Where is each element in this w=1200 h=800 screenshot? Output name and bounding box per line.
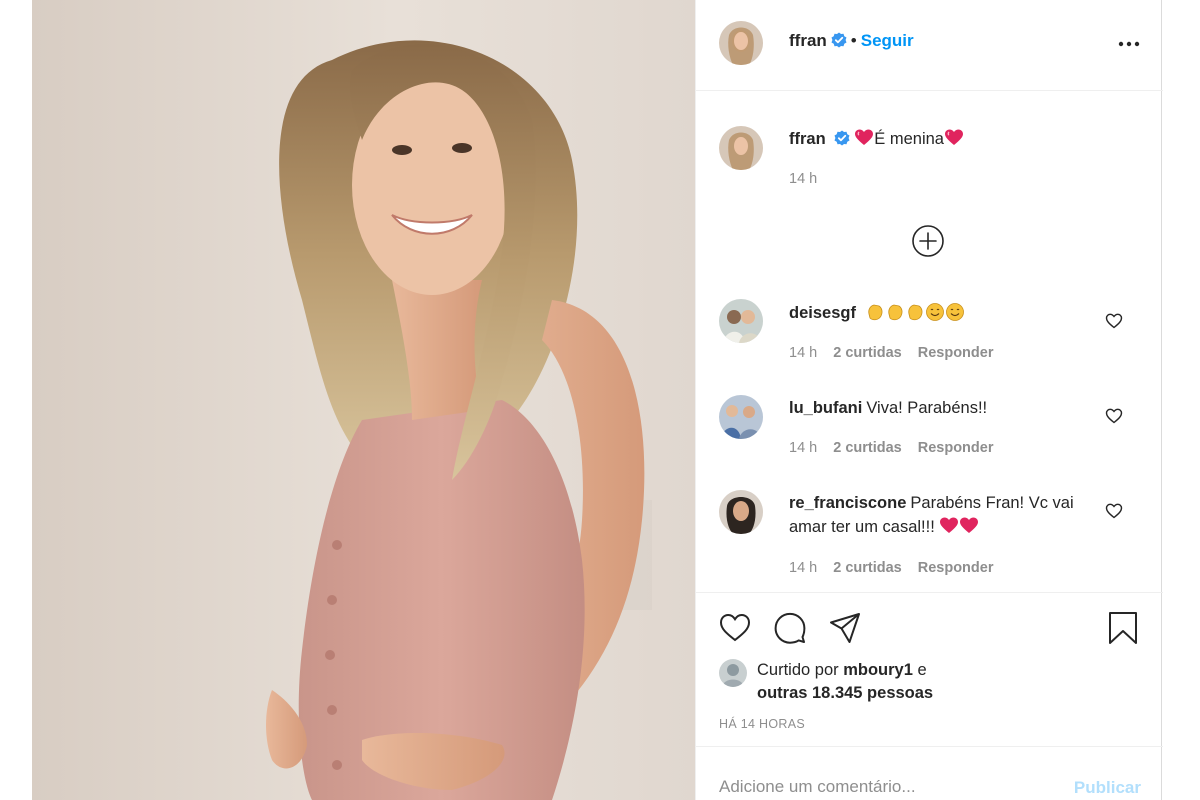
comment-text-line: deisesgf <box>789 301 1089 325</box>
caption-text-line: ffran É menina <box>789 127 1089 151</box>
heart-icon[interactable] <box>718 611 752 645</box>
heart-emoji-icon <box>960 517 979 533</box>
comment-text: Viva! Parabéns!! <box>866 399 988 417</box>
bookmark-icon[interactable] <box>1106 611 1140 645</box>
clapping-hands-emoji-icon <box>867 304 882 321</box>
pregnant-woman-photo <box>32 0 695 800</box>
reply-button[interactable]: Responder <box>918 560 994 576</box>
caption-username[interactable]: ffran <box>789 130 826 148</box>
instagram-post: ffran • Seguir ffran É menina 14 h deise… <box>32 0 1163 800</box>
commenter-avatar[interactable] <box>719 299 763 343</box>
reply-button[interactable]: Responder <box>918 440 994 456</box>
smiling-face-emoji-icon <box>925 303 944 321</box>
post-actions: Curtido por mboury1 e outras 18.345 pess… <box>696 592 1163 746</box>
load-more-comments-icon[interactable] <box>911 224 945 258</box>
comment-time[interactable]: 14 h <box>789 440 817 456</box>
smiling-face-emoji-icon <box>945 303 964 321</box>
heart-emoji-icon <box>940 517 959 533</box>
commenter-avatar[interactable] <box>719 490 763 534</box>
comment-likes-count[interactable]: 2 curtidas <box>833 345 902 361</box>
caption-text: É menina <box>874 130 944 148</box>
comment-item: re_franciscone Parabéns Fran! Vc vai amar… <box>696 485 1163 585</box>
caption-meta: 14 h <box>789 171 833 187</box>
comment-username[interactable]: re_franciscone <box>789 494 906 512</box>
comment-username[interactable]: lu_bufani <box>789 399 862 417</box>
comment-meta: 14 h 2 curtidas Responder <box>789 440 1009 456</box>
liker-username[interactable]: mboury1 <box>843 661 913 679</box>
more-options-icon[interactable] <box>1117 34 1141 54</box>
likes-prefix: Curtido por <box>757 661 839 679</box>
comment-like-heart-icon[interactable] <box>1105 312 1123 330</box>
caption-author-avatar[interactable] <box>719 126 763 170</box>
heart-emoji-icon <box>944 129 963 145</box>
comment-likes-count[interactable]: 2 curtidas <box>833 440 902 456</box>
author-line: ffran • Seguir <box>789 31 914 51</box>
clapping-hands-emoji-icon <box>887 304 902 321</box>
author-avatar[interactable] <box>719 21 763 65</box>
publish-button[interactable]: Publicar <box>1074 778 1141 798</box>
likes-text: Curtido por mboury1 e outras 18.345 pess… <box>757 659 1057 705</box>
reply-button[interactable]: Responder <box>918 345 994 361</box>
likes-joiner: e <box>917 661 927 679</box>
comment-text-line: re_franciscone Parabéns Fran! Vc vai amar… <box>789 491 1089 539</box>
verified-badge-icon <box>834 130 850 146</box>
author-username[interactable]: ffran <box>789 31 827 50</box>
commenter-avatar[interactable] <box>719 395 763 439</box>
post-header: ffran • Seguir <box>696 0 1163 91</box>
comment-likes-count[interactable]: 2 curtidas <box>833 560 902 576</box>
follow-button[interactable]: Seguir <box>861 31 914 50</box>
comment-time[interactable]: 14 h <box>789 560 817 576</box>
separator-dot: • <box>850 31 857 50</box>
clapping-hands-emoji-icon <box>907 304 922 321</box>
post-photo[interactable] <box>32 0 695 800</box>
comment-meta: 14 h 2 curtidas Responder <box>789 345 1009 361</box>
comment-like-heart-icon[interactable] <box>1105 407 1123 425</box>
post-details-panel: ffran • Seguir ffran É menina 14 h deise… <box>695 0 1163 800</box>
comment-item: deisesgf 14 h 2 curtidas Responder <box>696 295 1163 375</box>
comment-username[interactable]: deisesgf <box>789 304 856 322</box>
caption-time[interactable]: 14 h <box>789 171 817 187</box>
post-timestamp[interactable]: HÁ 14 HORAS <box>719 717 805 731</box>
comment-time[interactable]: 14 h <box>789 345 817 361</box>
likes-others-link[interactable]: outras 18.345 pessoas <box>757 684 933 702</box>
comment-text-line: lu_bufani Viva! Parabéns!! <box>789 396 1089 420</box>
share-icon[interactable] <box>828 611 862 645</box>
comment-icon[interactable] <box>773 611 807 645</box>
comment-item: lu_bufani Viva! Parabéns!! 14 h 2 curtidas… <box>696 390 1163 470</box>
comment-like-heart-icon[interactable] <box>1105 502 1123 520</box>
comment-meta: 14 h 2 curtidas Responder <box>789 560 1009 576</box>
liker-avatar[interactable] <box>719 659 747 687</box>
heart-emoji-icon <box>855 129 874 145</box>
post-caption: ffran É menina 14 h <box>696 91 1163 221</box>
verified-badge-icon <box>831 32 847 48</box>
add-comment-bar: Adicione um comentário... Publicar <box>696 746 1163 800</box>
comment-input[interactable]: Adicione um comentário... <box>719 777 916 797</box>
